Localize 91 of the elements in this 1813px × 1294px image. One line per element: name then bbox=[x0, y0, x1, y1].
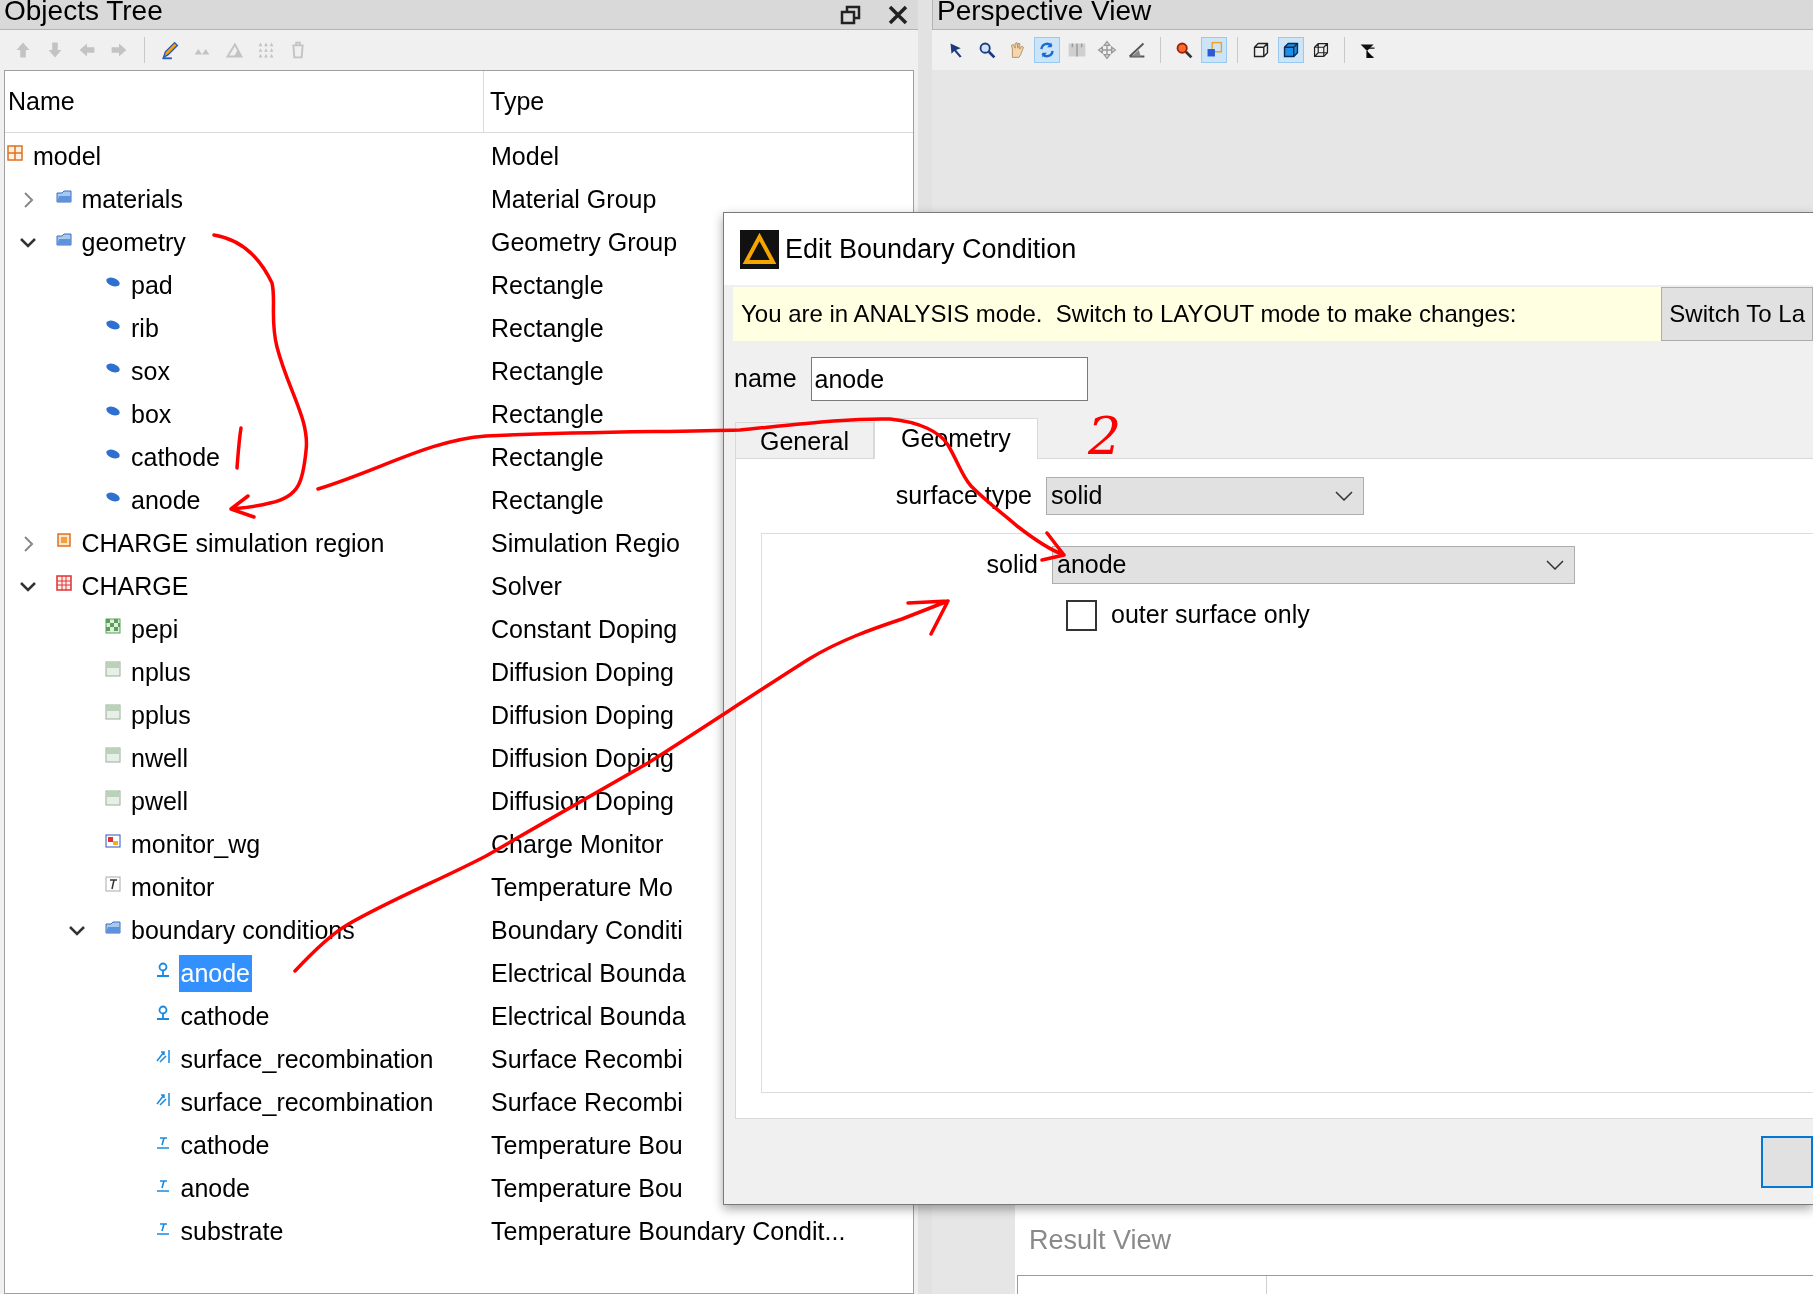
tree-item[interactable]: anode bbox=[178, 1169, 253, 1208]
type-cell-text: Temperature Boundary Condit... bbox=[490, 1215, 846, 1247]
tree-item[interactable]: substrate bbox=[178, 1212, 286, 1251]
tree-item[interactable]: anode bbox=[129, 481, 203, 520]
close-icon[interactable] bbox=[888, 4, 908, 25]
type-cell-text: Material Group bbox=[490, 183, 657, 215]
dialog-button[interactable] bbox=[1761, 1135, 1813, 1188]
tab[interactable]: General bbox=[735, 422, 874, 458]
tree-item[interactable]: nwell bbox=[129, 739, 190, 778]
type-cell-text: Surface Recombi bbox=[490, 1043, 683, 1075]
square-icon bbox=[55, 531, 72, 548]
gradient-square-icon bbox=[105, 789, 121, 806]
tree-item[interactable]: pplus bbox=[129, 696, 193, 735]
folder-icon bbox=[55, 230, 72, 247]
column-header[interactable]: Name bbox=[8, 82, 75, 121]
tree-item[interactable]: materials bbox=[79, 180, 185, 219]
type-cell-text: Electrical Bounda bbox=[490, 1000, 686, 1032]
select-dropdown[interactable]: solid bbox=[1046, 477, 1364, 515]
tree-item[interactable]: pad bbox=[129, 266, 175, 305]
chevron-down-icon bbox=[1335, 491, 1353, 501]
tree-item[interactable]: box bbox=[129, 395, 174, 434]
tree-item[interactable]: pwell bbox=[129, 782, 190, 821]
tree-item[interactable]: rib bbox=[129, 309, 161, 348]
tree-item[interactable]: pepi bbox=[129, 610, 181, 649]
monitor-icon bbox=[105, 832, 121, 849]
checkbox[interactable] bbox=[1066, 599, 1097, 631]
tree-item[interactable]: CHARGE bbox=[79, 567, 191, 606]
type-cell-text: Temperature Mo bbox=[490, 871, 674, 903]
type-cell-text: Rectangle bbox=[490, 312, 604, 344]
tree-item[interactable]: cathode bbox=[178, 997, 272, 1036]
panel-title: Result View bbox=[1029, 1223, 1172, 1257]
grid-icon bbox=[55, 574, 72, 591]
tree-item[interactable]: geometry bbox=[79, 223, 188, 262]
grid-icon bbox=[7, 144, 23, 161]
tree-item[interactable]: surface_recombination bbox=[178, 1040, 436, 1079]
column-header[interactable]: Type bbox=[490, 82, 545, 121]
type-cell-text: Geometry Group bbox=[490, 226, 678, 258]
arrows-icon bbox=[154, 1090, 171, 1107]
tree-item[interactable]: surface_recombination bbox=[178, 1083, 436, 1122]
switch-mode-button[interactable]: Switch To La bbox=[1661, 287, 1813, 341]
panel-title: Objects Tree bbox=[3, 0, 163, 25]
tree-item[interactable]: monitor_wg bbox=[129, 825, 263, 864]
folder-icon bbox=[55, 187, 72, 204]
app-logo-icon bbox=[740, 229, 779, 269]
type-cell-text: Rectangle bbox=[490, 484, 604, 516]
region-icon[interactable] bbox=[1201, 37, 1227, 63]
notice-text: You are in ANALYSIS mode. Switch to LAYOUT mode to make changes: bbox=[740, 299, 1518, 329]
name-field[interactable]: anode bbox=[810, 357, 1088, 401]
type-cell-text: Temperature Bou bbox=[490, 1129, 683, 1161]
gradient-square-icon bbox=[105, 703, 121, 720]
type-cell-text: Temperature Bou bbox=[490, 1172, 683, 1204]
type-cell-text: Solver bbox=[490, 570, 562, 602]
type-cell-text: Diffusion Doping bbox=[490, 656, 674, 688]
monitor-icon bbox=[105, 875, 121, 892]
chevron-down-icon bbox=[1546, 560, 1564, 570]
dialog-title: Edit Boundary Condition bbox=[785, 232, 1077, 266]
gradient-square-icon bbox=[105, 746, 121, 763]
tree-item[interactable]: cathode bbox=[129, 438, 222, 477]
type-cell-text: Rectangle bbox=[490, 398, 604, 430]
type-cell-text: Diffusion Doping bbox=[490, 699, 674, 731]
arrows-icon bbox=[154, 1047, 171, 1064]
restore-icon[interactable] bbox=[840, 4, 862, 25]
type-cell-text: Rectangle bbox=[490, 269, 604, 301]
checker-icon bbox=[105, 617, 121, 634]
type-cell-text: Rectangle bbox=[490, 441, 604, 473]
annotation-stroke bbox=[235, 426, 243, 470]
tree-item[interactable]: cathode bbox=[178, 1126, 272, 1165]
tree-item[interactable]: monitor bbox=[129, 868, 217, 907]
field-label: solid bbox=[985, 549, 1039, 581]
field-label: name bbox=[734, 363, 797, 395]
type-cell-text: Electrical Bounda bbox=[490, 957, 686, 989]
tree-item[interactable]: model bbox=[31, 137, 104, 176]
cube-icon[interactable] bbox=[1278, 37, 1304, 63]
select-dropdown[interactable]: anode bbox=[1052, 546, 1575, 584]
checkbox-label: outer surface only bbox=[1111, 599, 1310, 631]
rotate-icon[interactable] bbox=[1034, 37, 1060, 63]
type-cell-text: Rectangle bbox=[490, 355, 604, 387]
tree-item[interactable]: sox bbox=[129, 352, 172, 391]
tree-item[interactable]: nplus bbox=[129, 653, 193, 692]
panel-title: Perspective View bbox=[936, 0, 1152, 25]
annotation-label: 2 bbox=[1088, 410, 1122, 462]
type-cell-text: Surface Recombi bbox=[490, 1086, 683, 1118]
pin-icon bbox=[154, 1004, 171, 1021]
type-cell-text: Model bbox=[490, 140, 560, 172]
type-cell-text: Simulation Regio bbox=[490, 527, 680, 559]
type-cell-text: Constant Doping bbox=[490, 613, 678, 645]
type-cell-text: Boundary Conditi bbox=[490, 914, 683, 946]
pin-icon bbox=[154, 961, 171, 978]
folder-icon bbox=[105, 918, 121, 935]
gradient-square-icon bbox=[105, 660, 121, 677]
tree-item[interactable]: CHARGE simulation region bbox=[79, 524, 387, 563]
